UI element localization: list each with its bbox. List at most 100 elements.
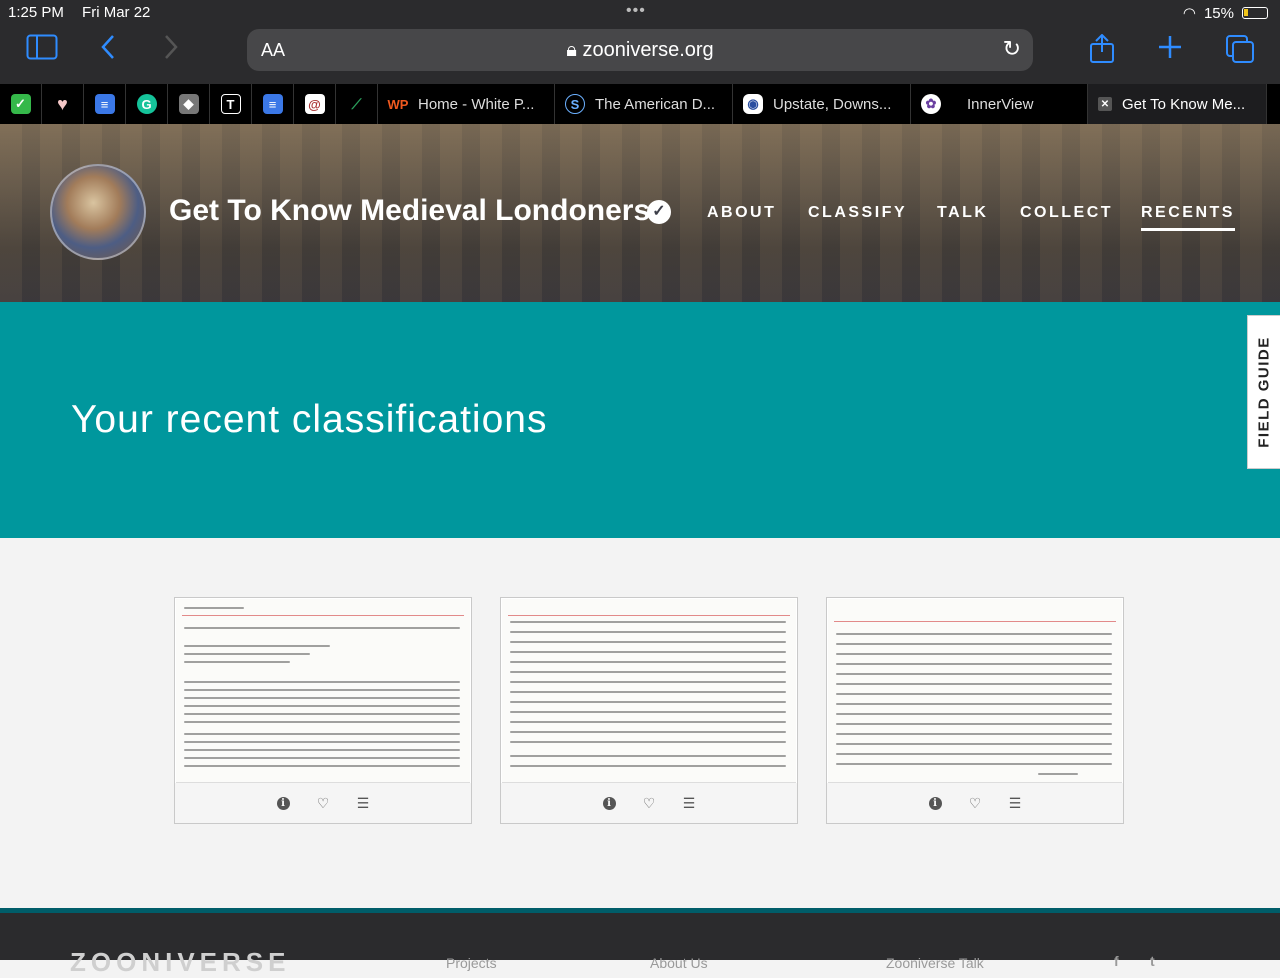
card-actions: i ♡ ☰ (827, 783, 1123, 823)
tab-label: The American D... (595, 95, 716, 113)
card-actions: i ♡ ☰ (175, 783, 471, 823)
classification-card[interactable]: i ♡ ☰ (826, 597, 1124, 824)
docs-icon: ≡ (94, 94, 115, 114)
t-icon: T (220, 94, 241, 114)
collect-button[interactable]: ☰ (353, 793, 373, 813)
grammarly-icon: G (136, 94, 157, 114)
tab-upstate-downs[interactable]: ◉ Upstate, Downs... (733, 84, 911, 124)
leaf-icon: ⟋ (351, 95, 362, 112)
nav-classify[interactable]: CLASSIFY (808, 204, 907, 222)
subject-thumbnail[interactable] (502, 599, 796, 783)
classification-card[interactable]: i ♡ ☰ (174, 597, 472, 824)
field-guide-tab[interactable]: FIELD GUIDE (1247, 315, 1280, 469)
tab-label: Upstate, Downs... (773, 95, 892, 113)
tab-bar: ✓ ♥ ≡ G ◆ T ≡ @ ⟋ WP Home - White P... S… (0, 84, 1280, 124)
tab-pinned-6[interactable]: T (210, 84, 252, 124)
favorite-button[interactable]: ♡ (639, 793, 659, 813)
forward-icon[interactable] (163, 34, 179, 66)
favorite-button[interactable]: ♡ (313, 793, 333, 813)
collect-button[interactable]: ☰ (679, 793, 699, 813)
battery-icon (1242, 7, 1268, 19)
subject-thumbnail[interactable] (176, 599, 470, 783)
tab-get-to-know[interactable]: ✕ Get To Know Me... (1088, 84, 1267, 124)
twitter-icon[interactable]: t (1150, 953, 1155, 969)
s-icon: S (565, 94, 585, 114)
innerview-icon: ✿ (921, 94, 941, 114)
reload-icon[interactable]: ↻ (1003, 36, 1021, 62)
multitask-dots[interactable]: ••• (626, 2, 646, 20)
site-footer: ZOONIVERSE Projects About Us Zooniverse … (0, 908, 1280, 977)
lock-icon: 🔒︎ (566, 39, 583, 61)
status-date: Fri Mar 22 (82, 4, 151, 21)
nav-about[interactable]: ABOUT (707, 204, 776, 222)
cube-icon: ◆ (178, 94, 199, 114)
close-icon[interactable]: ✕ (1098, 97, 1112, 111)
list-icon: ☰ (1008, 794, 1022, 811)
footer-link-projects[interactable]: Projects (446, 955, 497, 971)
tab-pinned-7[interactable]: ≡ (252, 84, 294, 124)
list-icon: ☰ (356, 794, 370, 811)
project-header: Get To Know Medieval Londoners ✓ ABOUT C… (0, 124, 1280, 302)
info-icon: i (276, 796, 290, 810)
battery-percent: 15% (1203, 4, 1234, 22)
page-title: Your recent classifications (71, 398, 548, 441)
collect-button[interactable]: ☰ (1005, 793, 1025, 813)
verified-badge-icon: ✓ (647, 200, 671, 224)
info-button[interactable]: i (925, 793, 945, 813)
info-button[interactable]: i (273, 793, 293, 813)
wifi-icon: ◠ (1182, 5, 1196, 22)
status-time: 1:25 PM (8, 4, 64, 21)
recents-banner: Your recent classifications (0, 302, 1280, 538)
tab-pinned-5[interactable]: ◆ (168, 84, 210, 124)
tab-american-d[interactable]: S The American D... (555, 84, 733, 124)
status-bar: 1:25 PM Fri Mar 22 (8, 4, 164, 21)
new-tab-icon[interactable] (1157, 34, 1183, 66)
tab-pinned-2[interactable]: ♥ (42, 84, 84, 124)
list-icon: ☰ (682, 794, 696, 811)
tab-label: Get To Know Me... (1122, 95, 1246, 113)
tab-label: InnerView (967, 95, 1034, 113)
classification-card[interactable]: i ♡ ☰ (500, 597, 798, 824)
heart-icon: ♥ (57, 93, 68, 114)
nav-recents[interactable]: RECENTS (1141, 204, 1235, 231)
project-title[interactable]: Get To Know Medieval Londoners (169, 194, 650, 228)
docs-icon: ≡ (262, 94, 283, 114)
zooniverse-logo[interactable]: ZOONIVERSE (70, 947, 290, 978)
status-indicators: ◠ 15% (1183, 4, 1268, 22)
nav-talk[interactable]: TALK (937, 204, 988, 222)
tabs-overview-icon[interactable] (1225, 34, 1255, 70)
tab-pinned-1[interactable]: ✓ (0, 84, 42, 124)
tab-label: Home - White P... (418, 95, 535, 113)
favorite-button[interactable]: ♡ (965, 793, 985, 813)
address-bar[interactable]: AA 🔒︎ zooniverse.org ↻ (247, 29, 1033, 71)
heart-icon: ♡ (642, 794, 656, 811)
tab-pinned-4[interactable]: G (126, 84, 168, 124)
podcast-icon: ◉ (743, 94, 763, 114)
footer-link-talk[interactable]: Zooniverse Talk (886, 955, 984, 971)
info-button[interactable]: i (599, 793, 619, 813)
sidebar-icon[interactable] (26, 34, 58, 66)
info-icon: i (602, 796, 616, 810)
share-icon[interactable] (1089, 33, 1115, 70)
field-guide-label: FIELD GUIDE (1255, 336, 1273, 448)
card-actions: i ♡ ☰ (501, 783, 797, 823)
heart-icon: ♡ (968, 794, 982, 811)
browser-chrome: 1:25 PM Fri Mar 22 ••• ◠ 15% AA 🔒︎ zooni… (0, 0, 1280, 84)
url-text[interactable]: 🔒︎ zooniverse.org (247, 39, 1033, 62)
wp-icon: WP (387, 96, 409, 112)
checkmark-icon: ✓ (10, 94, 31, 114)
info-icon: i (928, 796, 942, 810)
tab-pinned-3[interactable]: ≡ (84, 84, 126, 124)
tab-home-white-p[interactable]: WP Home - White P... (378, 84, 555, 124)
tab-pinned-8[interactable]: @ (294, 84, 336, 124)
spiral-icon: @ (304, 94, 325, 114)
subject-thumbnail[interactable] (828, 599, 1122, 783)
tab-pinned-9[interactable]: ⟋ (336, 84, 378, 124)
heart-icon: ♡ (316, 794, 330, 811)
nav-collect[interactable]: COLLECT (1020, 204, 1113, 222)
project-avatar[interactable] (50, 164, 146, 260)
tab-innerview[interactable]: ✿ InnerView (911, 84, 1088, 124)
footer-link-about[interactable]: About Us (650, 955, 708, 971)
back-icon[interactable] (100, 34, 116, 66)
facebook-icon[interactable]: f (1114, 953, 1119, 969)
